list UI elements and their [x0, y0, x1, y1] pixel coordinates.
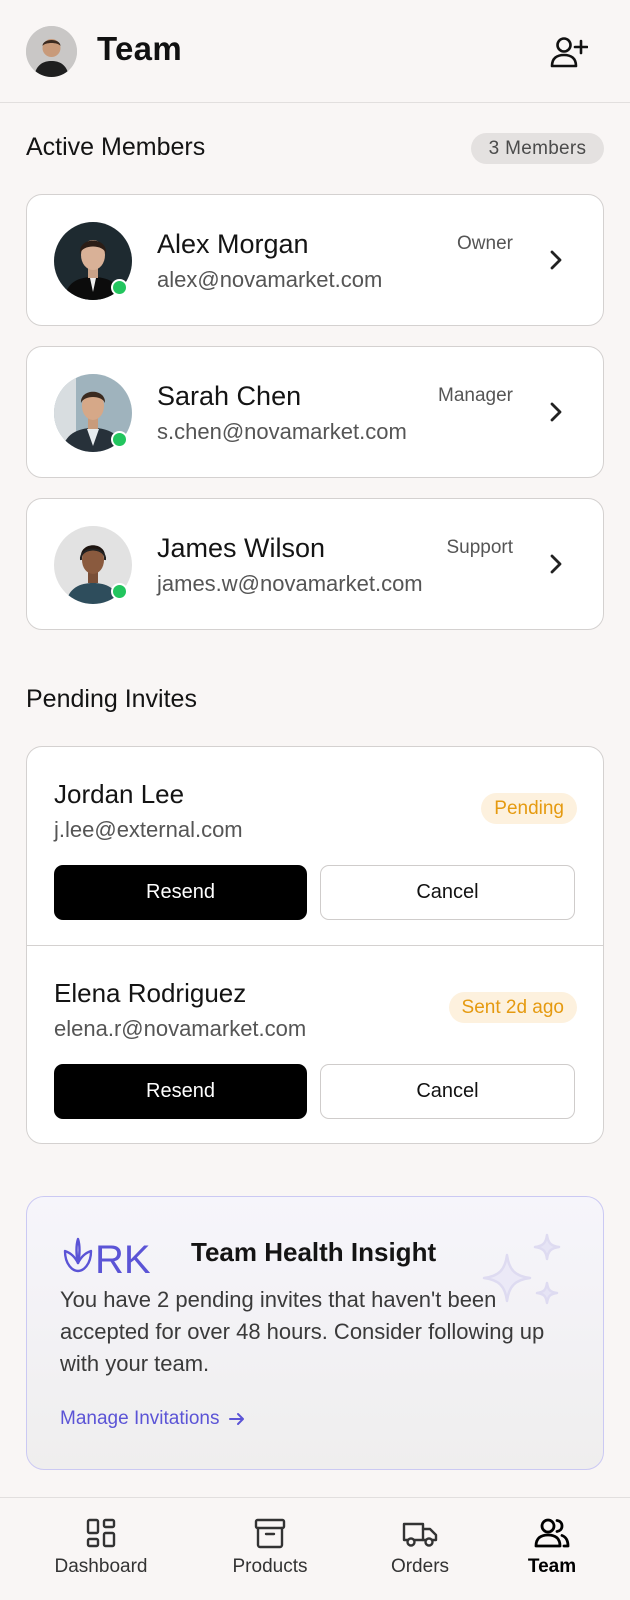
member-name: Alex Morgan: [157, 229, 309, 259]
active-members-heading: Active Members: [26, 133, 206, 161]
invite-item: Jordan Lee j.lee@external.com Pending Re…: [27, 747, 603, 945]
svg-text:RK: RK: [95, 1238, 151, 1277]
member-email: s.chen@novamarket.com: [157, 419, 407, 444]
invite-status-badge: Pending: [481, 793, 577, 824]
invitee-name: Elena Rodriguez: [54, 978, 247, 1008]
archive-box-icon: [254, 1518, 286, 1549]
manage-invitations-link[interactable]: Manage Invitations: [60, 1408, 246, 1430]
team-health-insight-card: RK Team Health Insight You have 2 pendin…: [26, 1196, 604, 1470]
member-card[interactable]: Alex Morgan alex@novamarket.com Owner: [26, 194, 604, 326]
nav-label: Dashboard: [54, 1556, 148, 1577]
resend-button[interactable]: Resend: [54, 1064, 307, 1119]
invitee-email: j.lee@external.com: [54, 817, 243, 842]
cancel-button[interactable]: Cancel: [320, 865, 575, 920]
nav-label: Products: [232, 1556, 308, 1577]
arrow-right-icon: [228, 1413, 244, 1425]
member-email: james.w@novamarket.com: [157, 571, 423, 596]
resend-button[interactable]: Resend: [54, 865, 307, 920]
invite-status-badge: Sent 2d ago: [448, 992, 577, 1023]
online-status-dot: [111, 431, 128, 448]
manage-invitations-label: Manage Invitations: [60, 1408, 220, 1429]
truck-icon: [402, 1522, 438, 1547]
chevron-right-icon: [550, 250, 562, 270]
cancel-button[interactable]: Cancel: [320, 1064, 575, 1119]
nav-label: Orders: [390, 1556, 450, 1577]
pending-invites-heading: Pending Invites: [26, 685, 197, 713]
online-status-dot: [111, 279, 128, 296]
member-card[interactable]: James Wilson james.w@novamarket.com Supp…: [26, 498, 604, 630]
rk-logo-icon: RK: [63, 1237, 151, 1277]
member-card[interactable]: Sarah Chen s.chen@novamarket.com Manager: [26, 346, 604, 478]
invitee-email: elena.r@novamarket.com: [54, 1016, 307, 1041]
member-role: Manager: [438, 385, 513, 406]
page-title: Team: [97, 30, 182, 67]
chevron-right-icon: [550, 402, 562, 422]
invitee-name: Jordan Lee: [54, 779, 185, 809]
user-plus-icon: [550, 37, 588, 68]
add-member-button[interactable]: [549, 32, 589, 72]
users-icon: [534, 1518, 570, 1548]
insight-body: You have 2 pending invites that haven't …: [60, 1287, 545, 1376]
insight-title: Team Health Insight: [191, 1237, 437, 1267]
member-count-badge: 3 Members: [471, 133, 604, 164]
invite-item: Elena Rodriguez elena.r@novamarket.com S…: [27, 945, 603, 1143]
pending-invites-card: Jordan Lee j.lee@external.com Pending Re…: [26, 746, 604, 1144]
member-name: Sarah Chen: [157, 381, 302, 411]
member-role: Support: [446, 537, 513, 558]
member-role: Owner: [457, 233, 513, 254]
member-email: alex@novamarket.com: [157, 267, 383, 292]
user-avatar-image: [26, 26, 77, 77]
nav-item-team[interactable]: Team: [487, 1516, 617, 1578]
bottom-navigation: Dashboard Products Orders Team: [0, 1497, 630, 1600]
member-name: James Wilson: [157, 533, 326, 563]
nav-item-products[interactable]: Products: [205, 1516, 335, 1578]
nav-item-dashboard[interactable]: Dashboard: [36, 1516, 166, 1578]
nav-item-orders[interactable]: Orders: [355, 1516, 485, 1578]
dashboard-icon: [86, 1518, 116, 1548]
online-status-dot: [111, 583, 128, 600]
nav-label: Team: [527, 1556, 577, 1577]
chevron-right-icon: [550, 554, 562, 574]
top-app-bar: Team: [0, 0, 630, 103]
user-avatar[interactable]: [26, 26, 77, 77]
